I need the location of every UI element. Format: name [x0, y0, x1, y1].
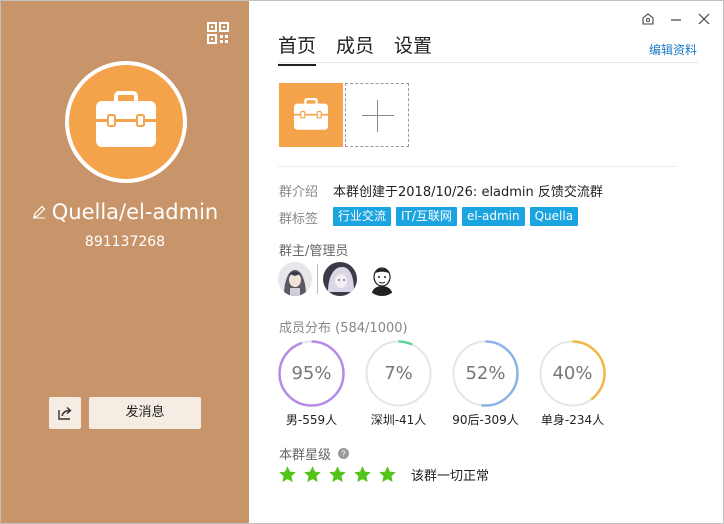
section-divider: [278, 166, 676, 167]
close-icon[interactable]: [697, 11, 711, 25]
stat-single: 40% 单身-234人: [539, 340, 606, 428]
group-name-row: Quella/el-admin: [1, 199, 249, 224]
admin-avatar[interactable]: [323, 262, 357, 296]
stat-caption: 90后-309人: [452, 413, 519, 427]
tag-item[interactable]: Quella: [529, 207, 579, 226]
add-photo-button[interactable]: [345, 83, 409, 147]
group-id: 891137268: [84, 234, 166, 250]
group-profile-window: Quella/el-admin 891137268 发消息 首页 成员 设置 编…: [0, 0, 724, 524]
minimize-icon[interactable]: [669, 11, 683, 25]
member-stats: 95% 男-559人 7% 深圳-41人 52% 90后-309人 40% 单身…: [278, 340, 606, 428]
rating-label: 本群星级: [279, 448, 332, 463]
share-button[interactable]: [49, 397, 81, 429]
admin-list: [278, 262, 399, 296]
tab-bar: 首页 成员 设置: [278, 31, 432, 66]
star-icon: [329, 466, 346, 483]
briefcase-icon: [294, 98, 328, 130]
star-rating: 该群一切正常: [278, 465, 489, 484]
tab-members[interactable]: 成员: [336, 31, 374, 66]
member-count: (584/1000): [335, 321, 408, 336]
share-icon: [58, 406, 72, 420]
owner-avatar[interactable]: [278, 262, 312, 296]
star-icon: [304, 466, 321, 483]
group-name: Quella/el-admin: [51, 200, 219, 224]
member-distribution-title: 成员分布: [279, 321, 332, 336]
svg-text:?: ?: [341, 450, 346, 459]
tags-label: 群标签: [279, 212, 319, 227]
tab-divider: [278, 62, 698, 63]
group-photo[interactable]: [279, 83, 343, 147]
group-avatar-inner: [69, 65, 183, 179]
stat-percent: 40%: [552, 363, 593, 384]
tab-settings[interactable]: 设置: [394, 31, 432, 66]
rating-status: 该群一切正常: [411, 469, 490, 484]
left-panel: Quella/el-admin 891137268 发消息: [1, 1, 249, 523]
send-message-button[interactable]: 发消息: [89, 397, 201, 429]
window-controls: [641, 11, 711, 25]
stat-percent: 52%: [465, 363, 506, 384]
help-icon[interactable]: ?: [338, 448, 350, 463]
tab-home[interactable]: 首页: [278, 31, 317, 66]
stat-caption: 单身-234人: [540, 413, 605, 427]
stat-caption: 男-559人: [285, 413, 338, 427]
edit-profile-link[interactable]: 编辑资料: [649, 41, 697, 58]
stat-percent: 95%: [291, 363, 332, 384]
stat-caption: 深圳-41人: [370, 413, 427, 427]
member-distribution-label: 成员分布 (584/1000): [279, 317, 408, 336]
skin-icon[interactable]: [641, 11, 655, 25]
tag-item[interactable]: 行业交流: [333, 207, 392, 226]
star-icon: [379, 466, 396, 483]
qr-code-icon[interactable]: [207, 22, 229, 44]
intro-label: 群介绍: [279, 185, 319, 200]
tag-item[interactable]: IT/互联网: [396, 207, 457, 226]
star-icon: [279, 466, 296, 483]
stat-gender: 95% 男-559人: [278, 340, 345, 428]
admin-separator: [317, 264, 318, 294]
briefcase-icon: [96, 91, 156, 147]
star-icon: [354, 466, 371, 483]
admin-avatar[interactable]: [365, 262, 399, 296]
edit-pencil-icon[interactable]: [32, 200, 46, 224]
stat-age: 52% 90后-309人: [452, 340, 519, 428]
admins-label: 群主/管理员: [279, 244, 349, 259]
right-panel: 首页 成员 设置 编辑资料 群介绍 本群创建于2018/10/26: eladm…: [250, 1, 723, 523]
stat-location: 7% 深圳-41人: [365, 340, 432, 428]
rating-label-row: 本群星级 ?: [279, 444, 350, 463]
tag-list: 行业交流 IT/互联网 el-admin Quella: [333, 207, 579, 226]
group-avatar[interactable]: [65, 61, 187, 183]
stat-percent: 7%: [384, 363, 413, 384]
intro-text: 本群创建于2018/10/26: eladmin 反馈交流群: [333, 185, 603, 200]
tag-item[interactable]: el-admin: [461, 207, 525, 226]
